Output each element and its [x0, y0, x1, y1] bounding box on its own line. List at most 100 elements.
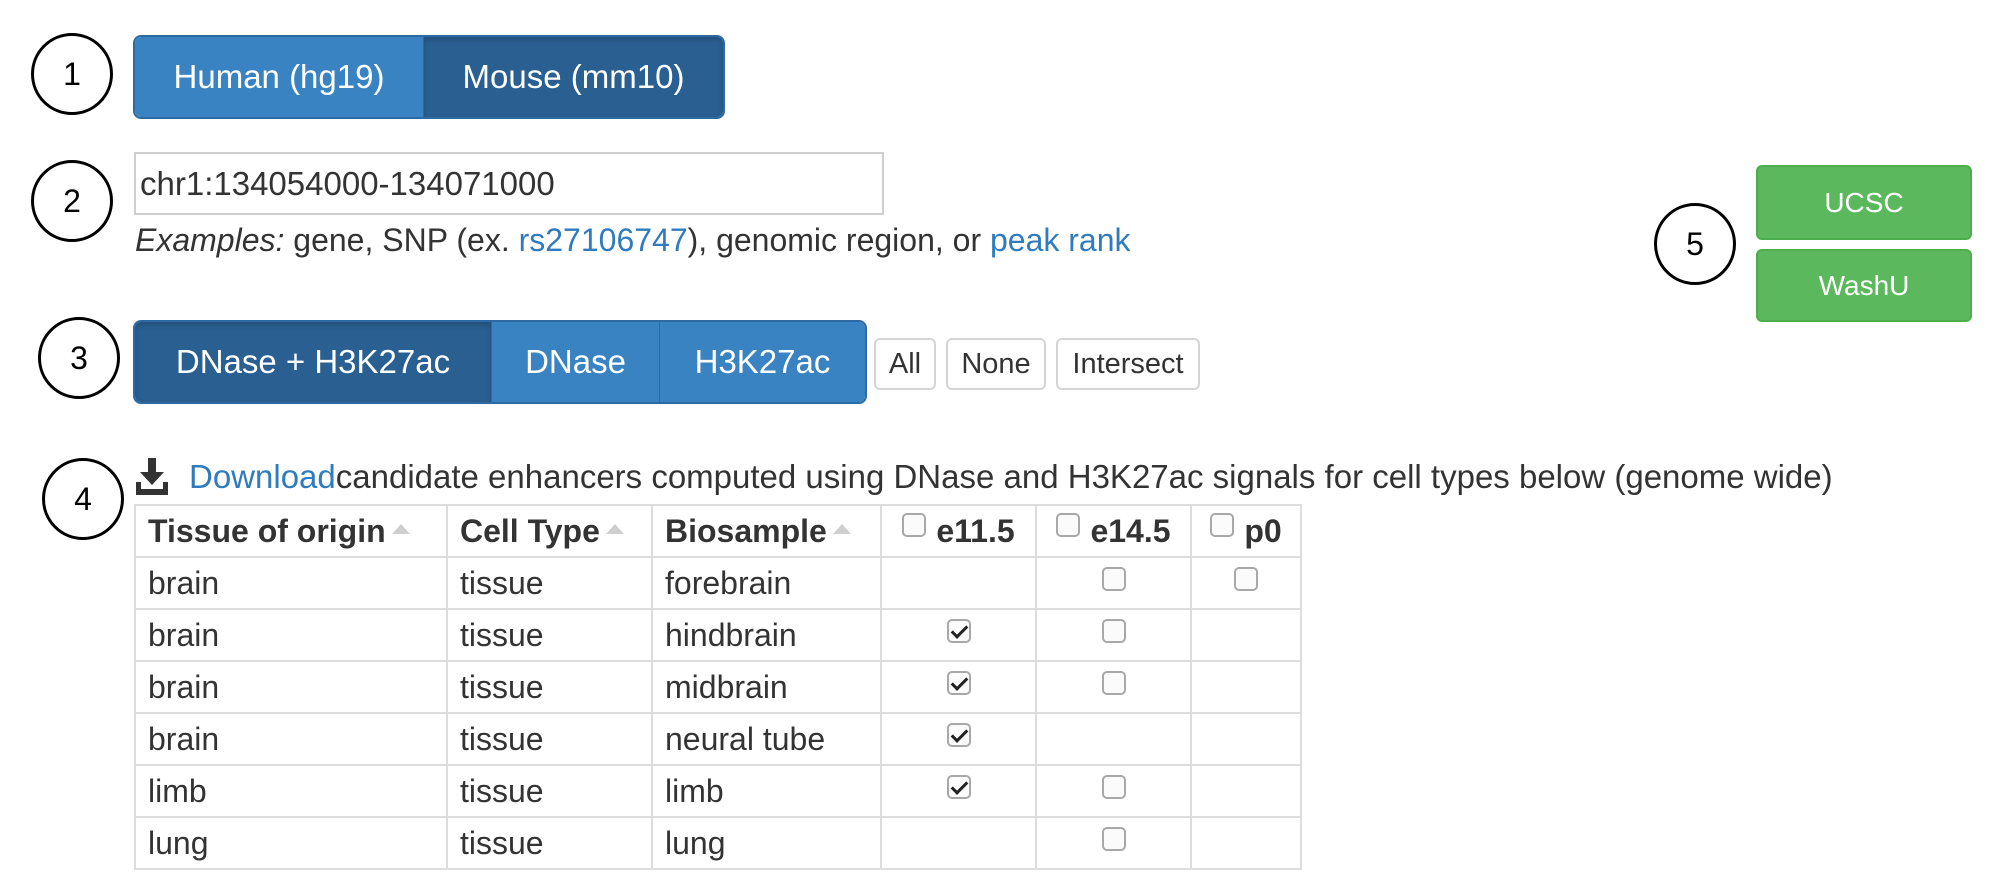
tissue-cell: lung: [134, 816, 448, 870]
cell-type-cell: tissue: [446, 816, 653, 870]
examples-text-1: gene, SNP (ex.: [284, 222, 519, 258]
cell-type-cell: tissue: [446, 660, 653, 714]
table-row: brain tissue neural tube: [134, 712, 1302, 766]
p0-cell: [1190, 660, 1302, 714]
e14-5-cell: [1035, 764, 1192, 818]
e14-5-cell: [1035, 712, 1192, 766]
e14-5-checkbox[interactable]: [1101, 827, 1126, 852]
search-examples: Examples: gene, SNP (ex. rs27106747), ge…: [135, 222, 1131, 259]
p0-checkbox[interactable]: [1234, 567, 1258, 592]
step-4-marker: 4: [42, 458, 124, 540]
e11-5-checkbox[interactable]: [946, 775, 971, 800]
biosample-header-label: Biosample: [665, 512, 827, 549]
e14-5-checkbox[interactable]: [1101, 619, 1126, 644]
tissue-cell: brain: [134, 608, 448, 662]
genome-mouse-button[interactable]: Mouse (mm10): [423, 37, 723, 117]
e11-5-cell: [880, 764, 1037, 818]
download-line: Download candidate enhancers computed us…: [135, 458, 1833, 496]
p0-cell: [1190, 608, 1302, 662]
ucsc-browser-button[interactable]: UCSC: [1756, 165, 1972, 240]
table-row: brain tissue forebrain: [134, 556, 1302, 610]
step-3-marker: 3: [38, 317, 120, 399]
step-5-marker: 5: [1654, 203, 1736, 285]
sort-asc-icon: [605, 524, 624, 535]
p0-header-label: p0: [1244, 512, 1282, 549]
biosample-cell: neural tube: [651, 712, 882, 766]
e14-5-header-label: e14.5: [1090, 512, 1171, 549]
intersect-button[interactable]: Intersect: [1056, 338, 1200, 390]
example-snp-link[interactable]: rs27106747: [519, 222, 688, 258]
download-description: candidate enhancers computed using DNase…: [335, 458, 1833, 495]
examples-prefix: Examples:: [135, 222, 285, 258]
table-row: brain tissue midbrain: [134, 660, 1302, 714]
assay-dnase-h3k27ac-button[interactable]: DNase + H3K27ac: [135, 322, 491, 402]
genome-selector: Human (hg19) Mouse (mm10): [133, 35, 725, 119]
e11-5-cell: [880, 816, 1037, 870]
assay-selector: DNase + H3K27ac DNase H3K27ac: [133, 320, 867, 404]
celltype-column-header[interactable]: Cell Type: [446, 504, 653, 558]
download-link[interactable]: Download: [189, 458, 336, 496]
tissue-cell: brain: [134, 556, 448, 610]
e11-5-checkbox[interactable]: [946, 723, 971, 748]
cell-type-cell: tissue: [446, 556, 653, 610]
step-1-marker: 1: [31, 33, 113, 115]
e14-5-checkbox[interactable]: [1101, 671, 1126, 696]
genome-human-button[interactable]: Human (hg19): [135, 37, 423, 117]
celltype-header-label: Cell Type: [460, 512, 600, 549]
sort-asc-icon: [391, 524, 410, 535]
e11-5-cell: [880, 660, 1037, 714]
tissue-cell: limb: [134, 764, 448, 818]
biosample-column-header[interactable]: Biosample: [651, 504, 882, 558]
e14-5-cell: [1035, 608, 1192, 662]
biosample-cell: midbrain: [651, 660, 882, 714]
e14-5-cell: [1035, 816, 1192, 870]
tissue-header-label: Tissue of origin: [148, 512, 386, 549]
select-all-button[interactable]: All: [874, 338, 936, 390]
e14-5-column-header: e14.5: [1035, 504, 1192, 558]
p0-cell: [1190, 764, 1302, 818]
p0-cell: [1190, 712, 1302, 766]
biosample-cell: hindbrain: [651, 608, 882, 662]
region-search-input[interactable]: [134, 152, 884, 215]
e11-5-checkbox[interactable]: [946, 671, 971, 696]
e14-5-checkbox[interactable]: [1101, 567, 1126, 592]
e14-5-checkbox[interactable]: [1101, 775, 1126, 800]
cell-type-cell: tissue: [446, 764, 653, 818]
e11-5-checkbox[interactable]: [946, 619, 971, 644]
table-row: limb tissue limb: [134, 764, 1302, 818]
assay-dnase-button[interactable]: DNase: [491, 322, 659, 402]
e11-5-cell: [880, 712, 1037, 766]
biosample-cell: limb: [651, 764, 882, 818]
e11-5-cell: [880, 556, 1037, 610]
p0-select-all-checkbox[interactable]: [1210, 513, 1235, 538]
table-header-row: Tissue of origin Cell Type Biosample e11…: [134, 504, 1302, 558]
example-peak-rank-link[interactable]: peak rank: [990, 222, 1131, 258]
sort-asc-icon: [832, 524, 851, 535]
washu-browser-button[interactable]: WashU: [1756, 249, 1972, 322]
cell-type-cell: tissue: [446, 608, 653, 662]
table-row: lung tissue lung: [134, 816, 1302, 870]
e11-5-header-label: e11.5: [936, 512, 1015, 549]
e11-5-column-header: e11.5: [880, 504, 1037, 558]
e14-5-select-all-checkbox[interactable]: [1056, 513, 1081, 538]
e11-5-cell: [880, 608, 1037, 662]
table-row: brain tissue hindbrain: [134, 608, 1302, 662]
select-none-button[interactable]: None: [946, 338, 1046, 390]
p0-cell: [1190, 556, 1302, 610]
tissue-cell: brain: [134, 660, 448, 714]
e14-5-cell: [1035, 556, 1192, 610]
examples-text-2: ), genomic region, or: [687, 222, 990, 258]
step-2-marker: 2: [31, 160, 113, 242]
download-icon[interactable]: [135, 458, 169, 496]
tissue-column-header[interactable]: Tissue of origin: [134, 504, 448, 558]
biosample-table: Tissue of origin Cell Type Biosample e11…: [134, 504, 1302, 870]
biosample-cell: forebrain: [651, 556, 882, 610]
biosample-cell: lung: [651, 816, 882, 870]
e14-5-cell: [1035, 660, 1192, 714]
assay-h3k27ac-button[interactable]: H3K27ac: [659, 322, 865, 402]
p0-column-header: p0: [1190, 504, 1302, 558]
cell-type-cell: tissue: [446, 712, 653, 766]
p0-cell: [1190, 816, 1302, 870]
e11-5-select-all-checkbox[interactable]: [902, 513, 927, 538]
tissue-cell: brain: [134, 712, 448, 766]
